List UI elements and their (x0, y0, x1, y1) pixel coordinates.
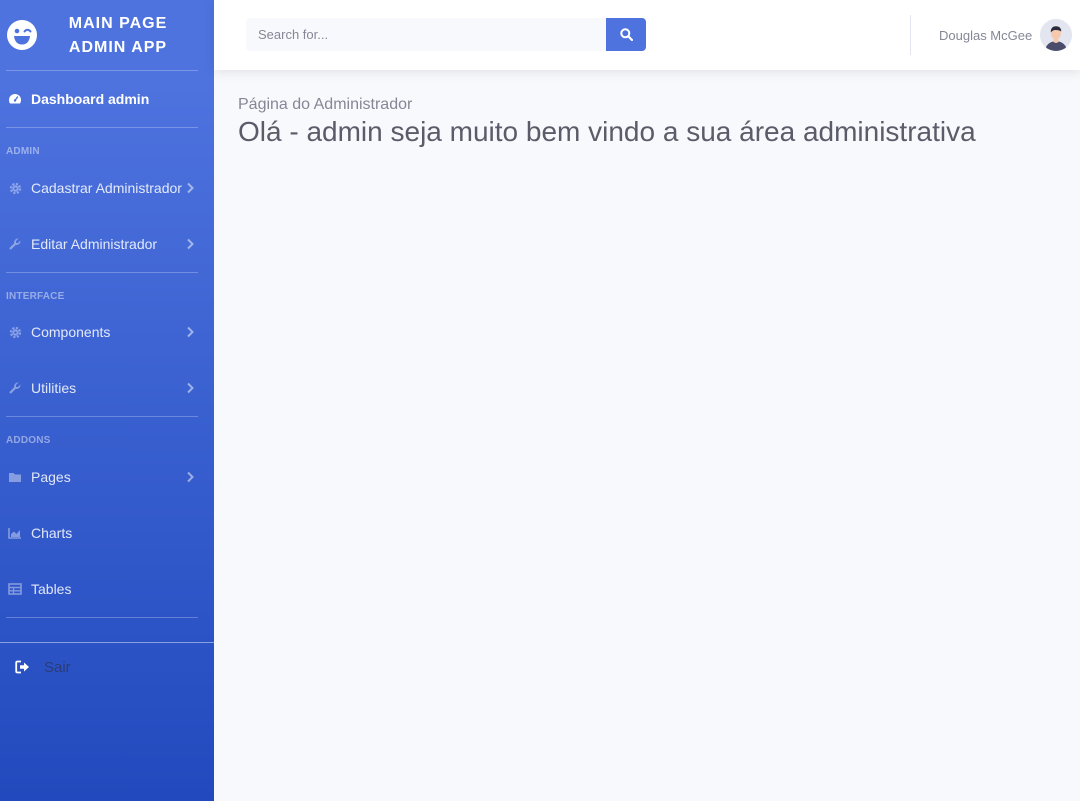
tachometer-icon (7, 92, 23, 106)
sidebar-item-label: Components (31, 324, 111, 340)
sidebar-item-cadastrar-administrador[interactable]: Cadastrar Administrador (0, 173, 214, 203)
laugh-wink-icon (7, 20, 37, 50)
sidebar-item-label: Cadastrar Administrador (31, 180, 182, 196)
sign-out-icon (15, 660, 31, 674)
sidebar-heading-admin: ADMIN (6, 146, 40, 157)
avatar (1040, 19, 1073, 51)
search-input[interactable] (246, 18, 606, 51)
user-dropdown[interactable]: Douglas McGee (939, 19, 1073, 51)
chevron-right-icon (187, 182, 194, 194)
sidebar-item-dashboard[interactable]: Dashboard admin (0, 84, 214, 114)
sidebar-item-tables[interactable]: Tables (0, 574, 214, 604)
wrench-icon (7, 381, 23, 395)
cog-icon (7, 325, 23, 339)
sidebar-item-components[interactable]: Components (0, 317, 214, 347)
sidebar-item-label: Charts (31, 525, 73, 541)
user-name: Douglas McGee (939, 27, 1033, 43)
sidebar-item-label: Tables (31, 581, 72, 597)
brand-title: MAIN PAGE ADMIN APP (50, 12, 186, 60)
wrench-icon (7, 237, 23, 251)
chevron-right-icon (187, 382, 194, 394)
sidebar-item-charts[interactable]: Charts (0, 518, 214, 548)
cog-icon (7, 181, 23, 195)
sidebar-divider (6, 617, 198, 618)
folder-icon (7, 470, 23, 484)
sidebar-heading-addons: ADDONS (6, 435, 51, 446)
brand-line-1: MAIN PAGE (68, 15, 168, 32)
sidebar-item-pages[interactable]: Pages (0, 462, 214, 492)
sidebar-divider (6, 127, 198, 128)
sidebar-item-editar-administrador[interactable]: Editar Administrador (0, 229, 214, 259)
page-title: Olá - admin seja muito bem vindo a sua á… (238, 116, 976, 147)
sidebar-divider (6, 416, 198, 417)
search-button[interactable] (606, 18, 646, 51)
chart-area-icon (7, 526, 23, 540)
sidebar-heading-interface: INTERFACE (6, 291, 65, 302)
sidebar-item-label: Utilities (31, 380, 77, 396)
topbar: Douglas McGee (214, 0, 1080, 70)
logout-separator (0, 642, 214, 643)
table-icon (7, 582, 23, 596)
sidebar-divider (6, 272, 198, 273)
sidebar-item-label: Dashboard admin (31, 91, 150, 107)
chevron-right-icon (187, 471, 194, 483)
sidebar-brand[interactable]: MAIN PAGE ADMIN APP (0, 0, 214, 70)
topbar-divider (910, 15, 911, 55)
chevron-right-icon (187, 238, 194, 250)
search-form (246, 18, 646, 51)
logout-label: Sair (44, 658, 71, 676)
sidebar: MAIN PAGE ADMIN APP Dashboard admin ADMI… (0, 0, 214, 801)
chevron-right-icon (187, 326, 194, 338)
logout-link[interactable]: Sair (15, 656, 71, 678)
sidebar-divider (6, 70, 198, 71)
search-icon (619, 28, 633, 41)
sidebar-item-label: Pages (31, 469, 71, 485)
sidebar-item-label: Editar Administrador (31, 236, 158, 252)
page-subtitle: Página do Administrador (238, 96, 413, 113)
sidebar-item-utilities[interactable]: Utilities (0, 373, 214, 403)
brand-line-2: ADMIN APP (68, 39, 168, 56)
